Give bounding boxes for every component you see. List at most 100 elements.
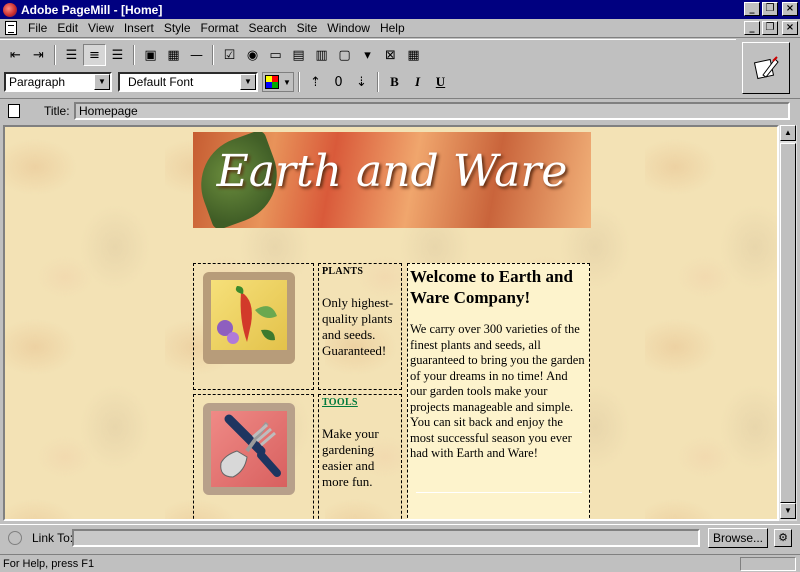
link-status-icon[interactable] [8, 530, 22, 545]
font-select[interactable]: Default Font ▼ [118, 72, 258, 92]
page-title-row: Title: Homepage [0, 98, 800, 122]
increase-font-size-icon[interactable]: ⇡ [304, 71, 327, 93]
plants-image-frame [211, 280, 287, 350]
plants-image-cell[interactable] [193, 263, 314, 390]
document-controls: _ ❐ × [744, 21, 798, 35]
vertical-scrollbar[interactable]: ▲ ▼ [779, 125, 797, 521]
indent-left-icon[interactable]: ⇤ [4, 44, 27, 66]
popup-menu-icon[interactable]: ▾ [356, 44, 379, 66]
menu-format[interactable]: Format [196, 21, 244, 35]
doc-restore-button[interactable]: ❐ [762, 21, 778, 35]
menu-help[interactable]: Help [375, 21, 410, 35]
submit-button-icon[interactable]: ▦ [402, 44, 425, 66]
bird-flower-icon [217, 286, 277, 344]
password-field-icon[interactable]: ▥ [310, 44, 333, 66]
checkbox-icon[interactable]: ☑ [218, 44, 241, 66]
paragraph-format-select[interactable]: Paragraph ▼ [4, 72, 112, 92]
text-area-icon[interactable]: ▤ [287, 44, 310, 66]
plants-image[interactable] [203, 272, 295, 364]
chevron-down-icon[interactable]: ▼ [94, 74, 110, 90]
tools-image-frame [211, 411, 287, 487]
scroll-up-icon[interactable]: ▲ [780, 125, 796, 141]
plants-text-cell[interactable]: PLANTS Only highest-quality plants and s… [318, 263, 402, 390]
pagemill-app-icon[interactable] [3, 2, 17, 17]
toolbar-row-1: ⇤ ⇥ ☰ ≡ ☰ ▣ ▦ — ☑ ◉ ▭ ▤ ▥ ▢ ▾ ⊠ ▦ [4, 43, 425, 67]
paragraph-format-value: Paragraph [9, 75, 66, 89]
menu-window[interactable]: Window [322, 21, 375, 35]
scroll-down-icon[interactable]: ▼ [780, 503, 796, 519]
radio-button-icon[interactable]: ◉ [241, 44, 264, 66]
preview-mode-button[interactable] [742, 42, 790, 94]
text-color-select[interactable]: ▼ [262, 72, 294, 92]
menu-style[interactable]: Style [159, 21, 196, 35]
bold-button[interactable]: B [383, 71, 406, 93]
link-row: Link To: Browse... ⚙ [0, 524, 800, 550]
status-pane [740, 557, 796, 571]
page-icon[interactable] [8, 103, 20, 118]
decrease-font-size-icon[interactable]: ⇣ [350, 71, 373, 93]
edit-mode-icon [753, 56, 779, 80]
indent-right-icon[interactable]: ⇥ [27, 44, 50, 66]
tools-image[interactable] [203, 403, 295, 495]
menu-search[interactable]: Search [244, 21, 292, 35]
doc-close-button[interactable]: × [782, 21, 798, 35]
link-to-input[interactable] [72, 529, 700, 547]
welcome-heading: Welcome to Earth and Ware Company! [410, 267, 573, 307]
toolbar-separator [133, 45, 135, 65]
welcome-body: We carry over 300 varieties of the fines… [410, 322, 585, 460]
underline-button[interactable]: U [429, 71, 452, 93]
tools-image-cell[interactable] [193, 394, 314, 519]
align-center-icon[interactable]: ≡ [83, 44, 106, 66]
insert-table-icon[interactable]: ▦ [162, 44, 185, 66]
font-size-value[interactable]: 0 [327, 71, 350, 93]
restore-button[interactable]: ❐ [762, 2, 778, 16]
insert-object-icon[interactable]: ▣ [139, 44, 162, 66]
tools-text-cell[interactable]: TOOLS Make your gardening easier and mor… [318, 394, 402, 519]
hidden-field-icon[interactable]: ▢ [333, 44, 356, 66]
toolbar: ⇤ ⇥ ☰ ≡ ☰ ▣ ▦ — ☑ ◉ ▭ ▤ ▥ ▢ ▾ ⊠ ▦ Paragr… [0, 39, 736, 97]
garden-tools-icon [220, 414, 281, 478]
menu-bar: File Edit View Insert Style Format Searc… [0, 19, 800, 38]
earth-and-ware-banner[interactable]: Earth and Ware [193, 132, 591, 228]
link-to-label: Link To: [32, 530, 74, 545]
page-editor-canvas[interactable]: Earth and Ware PLANTS Only highest-quali… [3, 125, 779, 521]
title-bar: Adobe PageMill - [Home] _ ❐ × [0, 0, 800, 19]
page-title-input[interactable]: Homepage [74, 102, 790, 120]
link-options-icon[interactable]: ⚙ [774, 529, 792, 547]
minimize-button[interactable]: _ [744, 2, 760, 16]
status-message: For Help, press F1 [3, 557, 95, 570]
plants-heading: PLANTS [322, 266, 364, 277]
toolbar-row-2: Paragraph ▼ Default Font ▼ ▼ ⇡ 0 ⇣ B I U [4, 70, 452, 94]
welcome-cell[interactable]: Welcome to Earth and Ware Company! We ca… [407, 263, 590, 519]
menu-view[interactable]: View [83, 21, 119, 35]
tools-link[interactable]: TOOLS [322, 397, 398, 408]
status-bar: For Help, press F1 [0, 554, 800, 572]
italic-button[interactable]: I [406, 71, 429, 93]
menu-site[interactable]: Site [292, 21, 323, 35]
horizontal-rule[interactable] [416, 492, 582, 493]
toolbar-separator [377, 72, 379, 92]
toolbar-separator [298, 72, 300, 92]
banner-text: Earth and Ware [216, 146, 568, 197]
close-button[interactable]: × [782, 2, 798, 16]
window-controls: _ ❐ × [744, 2, 798, 16]
align-left-icon[interactable]: ☰ [60, 44, 83, 66]
menu-file[interactable]: File [23, 21, 52, 35]
document-menu-icon[interactable] [5, 21, 17, 35]
toolbar-separator [54, 45, 56, 65]
browse-button[interactable]: Browse... [708, 528, 768, 548]
doc-minimize-button[interactable]: _ [744, 21, 760, 35]
plants-description: Only highest-quality plants and seeds. G… [322, 295, 394, 358]
text-field-icon[interactable]: ▭ [264, 44, 287, 66]
menu-edit[interactable]: Edit [52, 21, 83, 35]
align-right-icon[interactable]: ☰ [106, 44, 129, 66]
scroll-thumb[interactable] [780, 143, 796, 503]
reset-button-icon[interactable]: ⊠ [379, 44, 402, 66]
menu-insert[interactable]: Insert [119, 21, 159, 35]
title-label: Title: [44, 103, 70, 118]
font-value: Default Font [128, 75, 194, 89]
horizontal-rule-icon[interactable]: — [185, 44, 208, 66]
chevron-down-icon[interactable]: ▼ [240, 74, 256, 90]
pagemill-window: Adobe PageMill - [Home] _ ❐ × File Edit … [0, 0, 800, 572]
chevron-down-icon: ▼ [283, 77, 291, 87]
